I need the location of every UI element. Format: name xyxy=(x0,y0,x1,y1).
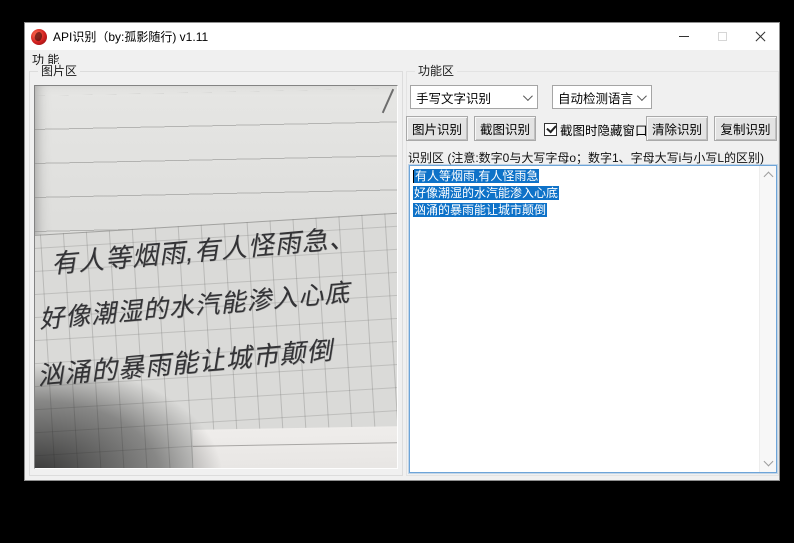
picture-groupbox-label: 图片区 xyxy=(38,64,81,78)
window-title: API识别（by:孤影随行) v1.11 xyxy=(53,30,209,44)
menubar: 功 能 xyxy=(25,50,779,68)
checkbox-checked-icon[interactable] xyxy=(544,122,557,136)
picture-box: 有人等烟雨,有人怪雨急、 好像潮湿的水汽能渗入心底 汹涌的暴雨能让城市颠倒 xyxy=(34,85,398,469)
chevron-down-icon xyxy=(636,91,647,102)
photo-shadow xyxy=(35,308,275,468)
textarea-scrollbar[interactable] xyxy=(759,166,776,472)
close-button[interactable] xyxy=(741,23,779,50)
function-groupbox-label: 功能区 xyxy=(415,64,458,78)
hide-window-checkbox-label: 截图时隐藏窗口 xyxy=(560,123,648,138)
clear-result-button[interactable]: 清除识别 xyxy=(646,116,708,141)
maximize-button xyxy=(703,23,741,50)
chevron-down-icon xyxy=(522,91,533,102)
image-ocr-button[interactable]: 图片识别 xyxy=(406,116,468,141)
hide-window-checkbox-row[interactable]: 截图时隐藏窗口 xyxy=(544,119,648,139)
result-line: 有人等烟雨,有人怪雨急 xyxy=(413,169,540,183)
result-area-label: 识别区 (注意:数字0与大写字母o；数字1、字母大写i与小写L的区别) xyxy=(408,151,765,165)
app-logo-icon xyxy=(31,28,47,45)
ocr-mode-value: 手写文字识别 xyxy=(416,91,492,106)
minimize-icon xyxy=(679,36,689,37)
window-controls xyxy=(665,23,779,50)
language-value: 自动检测语言 xyxy=(558,91,634,106)
screenshot-ocr-button[interactable]: 截图识别 xyxy=(474,116,536,141)
ocr-mode-select[interactable]: 手写文字识别 xyxy=(410,85,538,109)
scrollbar-down-icon[interactable] xyxy=(763,456,774,467)
scrollbar-up-icon[interactable] xyxy=(763,171,774,182)
language-select[interactable]: 自动检测语言 xyxy=(552,85,652,109)
result-line: 好像潮湿的水汽能渗入心底 xyxy=(413,186,560,200)
close-icon xyxy=(755,31,766,42)
recognition-textarea[interactable]: 有人等烟雨,有人怪雨急 好像潮湿的水汽能渗入心底 汹涌的暴雨能让城市颠倒 xyxy=(409,165,777,473)
minimize-button[interactable] xyxy=(665,23,703,50)
result-line: 汹涌的暴雨能让城市颠倒 xyxy=(413,203,548,217)
titlebar[interactable]: API识别（by:孤影随行) v1.11 xyxy=(25,23,779,50)
app-window: API识别（by:孤影随行) v1.11 功 能 图片区 有人等烟雨,有人怪雨急… xyxy=(24,22,780,481)
maximize-icon xyxy=(717,32,727,41)
photo-notebook: 有人等烟雨,有人怪雨急、 好像潮湿的水汽能渗入心底 汹涌的暴雨能让城市颠倒 xyxy=(35,86,397,468)
copy-result-button[interactable]: 复制识别 xyxy=(714,116,777,141)
